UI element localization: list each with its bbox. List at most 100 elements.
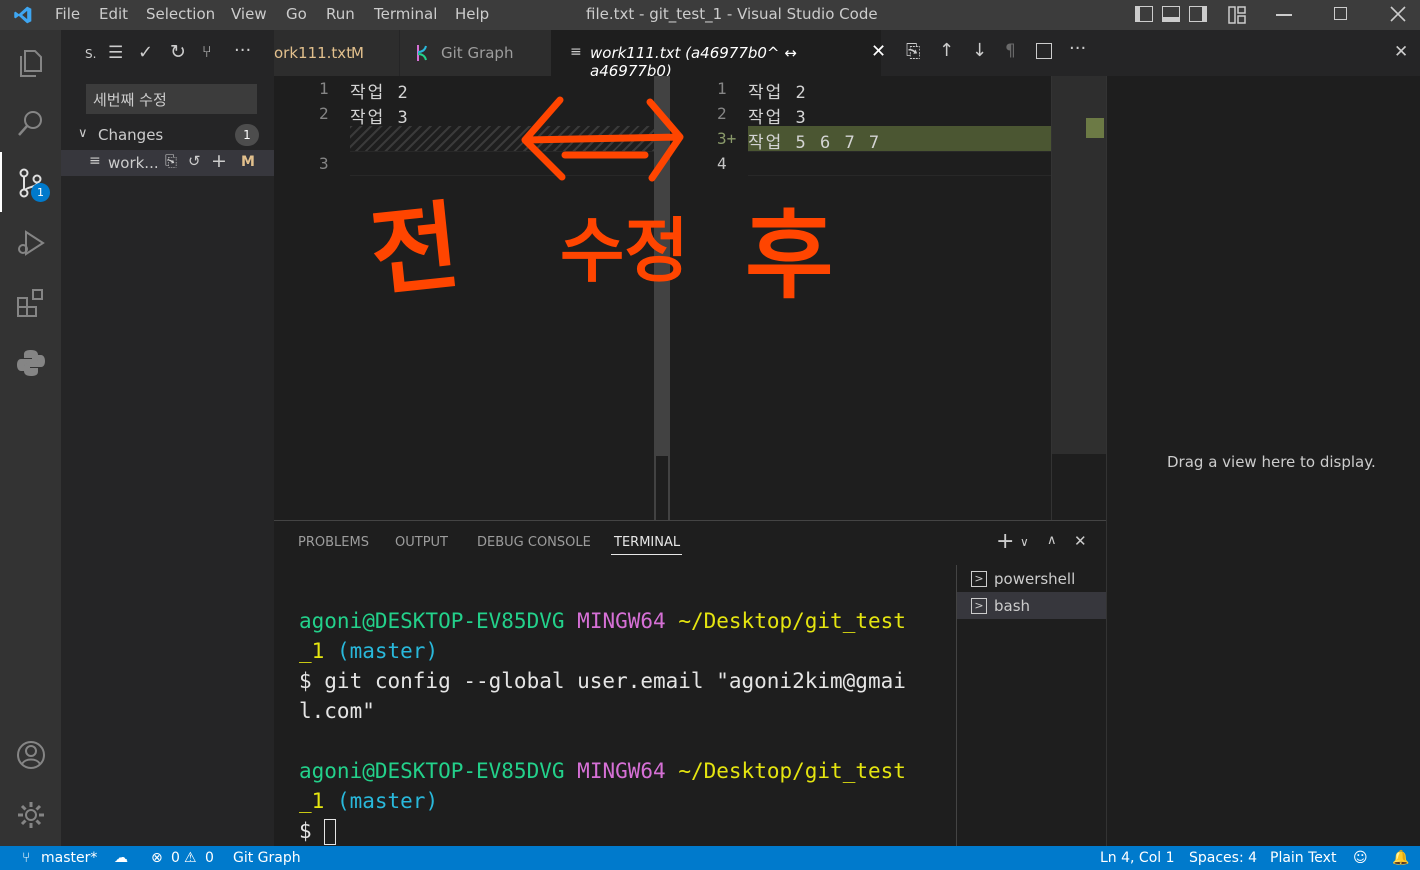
- tab-git-graph[interactable]: Git Graph: [399, 30, 551, 76]
- activity-bar: 1: [0, 30, 61, 846]
- more-actions-icon[interactable]: ···: [1069, 38, 1086, 59]
- file-lines-icon: ≡: [570, 44, 582, 60]
- accounts-icon[interactable]: [15, 739, 47, 771]
- menu-go[interactable]: Go: [286, 5, 307, 23]
- tab-label: ork111.txt: [274, 44, 353, 62]
- view-as-tree-icon[interactable]: ☰: [108, 43, 123, 63]
- menu-terminal[interactable]: Terminal: [374, 5, 437, 23]
- window-title: file.txt - git_test_1 - Visual Studio Co…: [586, 5, 878, 23]
- terminal-output[interactable]: agoni@DESKTOP-EV85DVG MINGW64 ~/Desktop/…: [299, 606, 906, 846]
- show-whitespace-icon[interactable]: ¶: [1005, 41, 1016, 61]
- commit-check-icon[interactable]: ✓: [138, 42, 153, 63]
- branch-name[interactable]: master*: [41, 850, 97, 866]
- menu-edit[interactable]: Edit: [99, 5, 128, 23]
- menu-run[interactable]: Run: [326, 5, 355, 23]
- tab-diff-view[interactable]: ≡ work111.txt (a46977b0^ ↔ a46977b0) ✕: [551, 30, 886, 80]
- warning-count[interactable]: 0: [205, 850, 214, 866]
- minimap-change-marker: [1086, 118, 1104, 138]
- tab-terminal[interactable]: TERMINAL: [614, 535, 680, 550]
- extensions-icon[interactable]: [15, 287, 47, 319]
- tab-debug-console[interactable]: DEBUG CONSOLE: [477, 535, 591, 550]
- file-lines-icon: ≡: [89, 153, 101, 169]
- prompt-branch: (master): [336, 789, 439, 813]
- menu-help[interactable]: Help: [455, 5, 489, 23]
- maximize-panel-icon[interactable]: ∧: [1047, 533, 1057, 548]
- terminal-cursor: [324, 819, 337, 845]
- status-bar: ⑂ master* ☁ ⊗ 0 ⚠ 0 Git Graph Ln 4, Col …: [0, 846, 1420, 870]
- prompt-user: agoni@DESKTOP-EV85DVG: [299, 609, 565, 633]
- previous-change-icon[interactable]: ↑: [939, 40, 954, 61]
- close-tab-icon[interactable]: ✕: [871, 41, 886, 62]
- prompt-path: ~/Desktop/git_test: [678, 759, 906, 783]
- open-file-icon[interactable]: ⎘: [165, 152, 177, 170]
- menu-file[interactable]: File: [55, 5, 80, 23]
- toggle-secondary-sidebar-icon[interactable]: [1189, 6, 1207, 22]
- explorer-icon[interactable]: [15, 47, 47, 79]
- menu-selection[interactable]: Selection: [146, 5, 215, 23]
- annotation-after: 후: [745, 200, 834, 312]
- error-count[interactable]: 0: [171, 850, 180, 866]
- prompt-branch: (master): [336, 639, 439, 663]
- chevron-down-icon[interactable]: ∨: [1020, 535, 1029, 549]
- source-control-badge: 1: [31, 183, 50, 202]
- tab-work111-modified[interactable]: ork111.txt M: [274, 30, 399, 76]
- settings-gear-icon[interactable]: [15, 799, 47, 831]
- prompt-path-cont: _1: [299, 789, 325, 813]
- title-bar: File Edit Selection View Go Run Terminal…: [0, 0, 1420, 30]
- open-file-icon[interactable]: ⎘: [906, 41, 920, 62]
- terminal-item-powershell[interactable]: > powershell: [957, 565, 1106, 592]
- feedback-icon[interactable]: ☺: [1353, 850, 1368, 866]
- toggle-sidebar-icon[interactable]: [1135, 6, 1153, 22]
- tab-label: work111.txt (a46977b0^ ↔ a46977b0): [590, 44, 797, 80]
- close-panel-icon[interactable]: ✕: [1074, 532, 1087, 550]
- prompt-env: MINGW64: [577, 609, 666, 633]
- discard-changes-icon[interactable]: ↺: [188, 152, 201, 170]
- vscode-logo-icon: [14, 6, 32, 24]
- bottom-panel: PROBLEMS OUTPUT DEBUG CONSOLE TERMINAL +…: [274, 520, 1106, 847]
- prompt-env: MINGW64: [577, 759, 666, 783]
- tab-label: Git Graph: [441, 44, 514, 62]
- tab-problems[interactable]: PROBLEMS: [298, 535, 369, 550]
- python-icon[interactable]: [15, 347, 47, 379]
- notifications-bell-icon[interactable]: 🔔: [1392, 850, 1409, 866]
- sidebar-title: S.: [85, 47, 97, 61]
- changed-file-row[interactable]: ≡ work... ⎘ ↺ + M: [61, 150, 274, 176]
- stage-changes-icon[interactable]: +: [211, 150, 227, 172]
- active-tab-underline: [611, 554, 682, 555]
- empty-view-message: Drag a view here to display.: [1167, 453, 1376, 471]
- prompt-symbol: $: [299, 819, 312, 843]
- minimize-icon[interactable]: [1276, 14, 1292, 16]
- chevron-down-icon[interactable]: ∨: [78, 126, 88, 141]
- git-graph-icon: [417, 45, 427, 61]
- terminal-icon: >: [971, 571, 987, 587]
- run-debug-icon[interactable]: [15, 227, 47, 259]
- sync-cloud-icon[interactable]: ☁: [114, 850, 128, 866]
- active-indicator: [0, 152, 2, 212]
- terminal-command: $ git config --global user.email "agoni2…: [299, 669, 906, 693]
- refresh-icon[interactable]: ↻: [170, 41, 186, 63]
- changed-file-name: work...: [108, 154, 159, 172]
- next-change-icon[interactable]: ↓: [972, 40, 987, 61]
- language-mode[interactable]: Plain Text: [1270, 850, 1336, 866]
- new-terminal-icon[interactable]: +: [996, 529, 1014, 554]
- search-icon[interactable]: [15, 107, 47, 139]
- branch-icon: ⑂: [22, 850, 31, 866]
- changes-group-label[interactable]: Changes: [98, 126, 163, 144]
- close-window-icon[interactable]: [1389, 5, 1407, 23]
- maximize-icon[interactable]: [1334, 7, 1347, 20]
- git-graph-status-button[interactable]: Git Graph: [233, 850, 301, 866]
- minimap[interactable]: [1052, 76, 1106, 454]
- customize-layout-icon[interactable]: [1228, 6, 1246, 24]
- commit-message-input[interactable]: 세번째 수정: [86, 84, 257, 114]
- terminal-item-bash[interactable]: > bash: [957, 592, 1106, 619]
- more-actions-icon[interactable]: ···: [234, 40, 251, 61]
- menu-view[interactable]: View: [231, 5, 267, 23]
- split-editor-icon[interactable]: [1036, 43, 1052, 59]
- git-graph-view-icon[interactable]: ⑂: [202, 42, 212, 61]
- indentation[interactable]: Spaces: 4: [1189, 850, 1257, 866]
- cursor-position[interactable]: Ln 4, Col 1: [1100, 850, 1175, 866]
- toggle-panel-icon[interactable]: [1162, 6, 1180, 22]
- tab-output[interactable]: OUTPUT: [395, 535, 448, 550]
- close-panel-icon[interactable]: ✕: [1394, 42, 1408, 62]
- terminal-icon: >: [971, 598, 987, 614]
